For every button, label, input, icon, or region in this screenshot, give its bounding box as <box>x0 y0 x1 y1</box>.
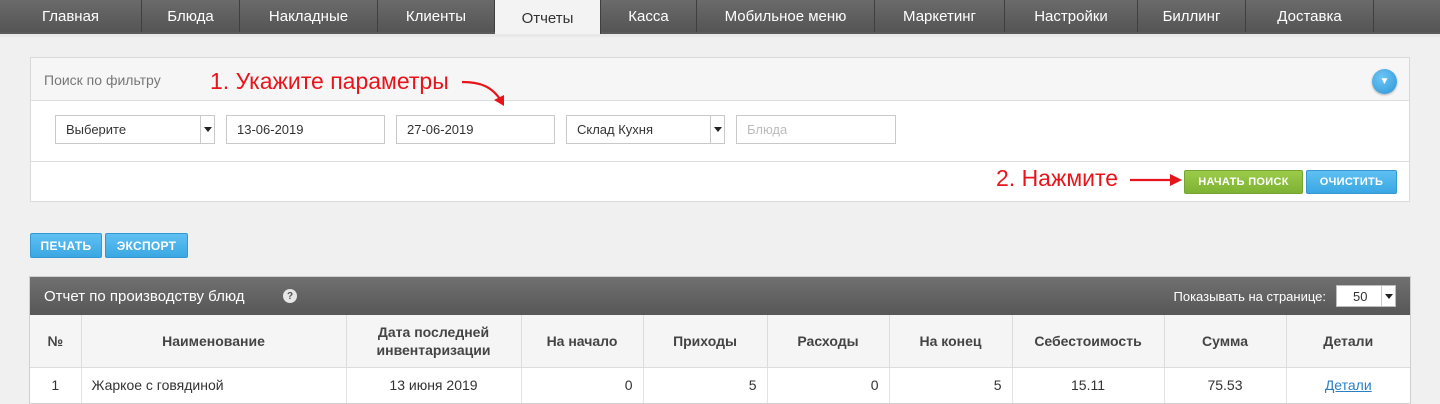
per-page-label: Показывать на странице: <box>1173 289 1327 304</box>
start-search-button[interactable]: НАЧАТЬ ПОИСК <box>1184 170 1303 194</box>
dropdown-arrow-icon <box>710 116 724 143</box>
date-from-input[interactable]: 13-06-2019 <box>226 115 385 144</box>
arrow-right-icon <box>1130 174 1182 186</box>
col-last-inventory: Дата последней инвентаризации <box>346 315 522 368</box>
tab-mobile-menu[interactable]: Мобильное меню <box>697 0 875 32</box>
cell-sum: 75.53 <box>1164 367 1287 403</box>
arrow-curve-icon <box>461 80 504 106</box>
cell-number: 1 <box>30 367 82 403</box>
col-income: Приходы <box>643 315 768 368</box>
cell-last-inventory: 13 июня 2019 <box>346 367 522 403</box>
tab-reports[interactable]: Отчеты <box>495 0 601 36</box>
report-header: Отчет по производству блюд ? Показывать … <box>30 277 1410 315</box>
cell-name: Жаркое с говядиной <box>81 367 347 403</box>
warehouse-select[interactable]: Склад Кухня <box>566 115 725 144</box>
collapse-button[interactable]: ▼ <box>1372 69 1397 94</box>
table-header-row: № Наименование Дата последней инвентариз… <box>30 315 1410 368</box>
report-title: Отчет по производству блюд <box>44 288 245 305</box>
tab-cashbox[interactable]: Касса <box>601 0 697 32</box>
report-panel: Отчет по производству блюд ? Показывать … <box>29 276 1411 404</box>
tab-spacer <box>1374 0 1440 32</box>
tab-dishes[interactable]: Блюда <box>142 0 240 32</box>
annotation-step2: 2. Нажмите <box>996 165 1119 191</box>
col-start: На начало <box>521 315 644 368</box>
nav-underline <box>0 34 1440 37</box>
col-details: Детали <box>1286 315 1410 368</box>
col-end: На конец <box>889 315 1013 368</box>
table-row: 1 Жаркое с говядиной 13 июня 2019 0 5 0 … <box>30 367 1410 403</box>
tab-marketing[interactable]: Маркетинг <box>875 0 1005 32</box>
per-page-select[interactable]: 50 <box>1336 285 1396 307</box>
tab-settings[interactable]: Настройки <box>1005 0 1138 32</box>
tab-invoices[interactable]: Накладные <box>240 0 378 32</box>
dish-input[interactable]: Блюда <box>736 115 896 144</box>
tab-delivery[interactable]: Доставка <box>1246 0 1374 32</box>
tab-billing[interactable]: Биллинг <box>1138 0 1246 32</box>
annotation-step1: 1. Укажите параметры <box>210 68 449 94</box>
chevron-down-icon: ▼ <box>1379 76 1390 87</box>
date-to-input[interactable]: 27-06-2019 <box>396 115 555 144</box>
cell-start: 0 <box>521 367 644 403</box>
filter-actions: НАЧАТЬ ПОИСК ОЧИСТИТЬ <box>31 163 1409 203</box>
cell-details: Детали <box>1286 367 1410 403</box>
col-sum: Сумма <box>1164 315 1287 368</box>
print-button[interactable]: ПЕЧАТЬ <box>30 233 102 258</box>
type-select[interactable]: Выберите <box>55 115 215 144</box>
dropdown-arrow-icon <box>1381 286 1395 306</box>
export-button[interactable]: ЭКСПОРТ <box>105 233 188 258</box>
clear-button[interactable]: ОЧИСТИТЬ <box>1306 170 1397 194</box>
dropdown-arrow-icon <box>200 116 214 143</box>
per-page-value: 50 <box>1353 289 1368 304</box>
cell-cost: 15.11 <box>1012 367 1165 403</box>
details-link[interactable]: Детали <box>1325 377 1372 393</box>
filter-title: Поиск по фильтру <box>44 72 161 88</box>
tab-main[interactable]: Главная <box>0 0 142 32</box>
cell-income: 5 <box>643 367 768 403</box>
tab-clients[interactable]: Клиенты <box>378 0 495 32</box>
cell-expense: 0 <box>767 367 890 403</box>
col-cost: Себестоимость <box>1012 315 1165 368</box>
warehouse-select-value: Склад Кухня <box>577 122 654 137</box>
cell-end: 5 <box>889 367 1013 403</box>
top-nav: Главная Блюда Накладные Клиенты Отчеты К… <box>0 0 1440 36</box>
col-expense: Расходы <box>767 315 890 368</box>
col-number: № <box>30 315 82 368</box>
report-table: № Наименование Дата последней инвентариз… <box>30 315 1410 403</box>
col-name: Наименование <box>81 315 347 368</box>
help-icon[interactable]: ? <box>283 289 297 303</box>
filter-fields: Выберите 13-06-2019 27-06-2019 Склад Кух… <box>31 101 1409 162</box>
type-select-value: Выберите <box>66 122 127 137</box>
